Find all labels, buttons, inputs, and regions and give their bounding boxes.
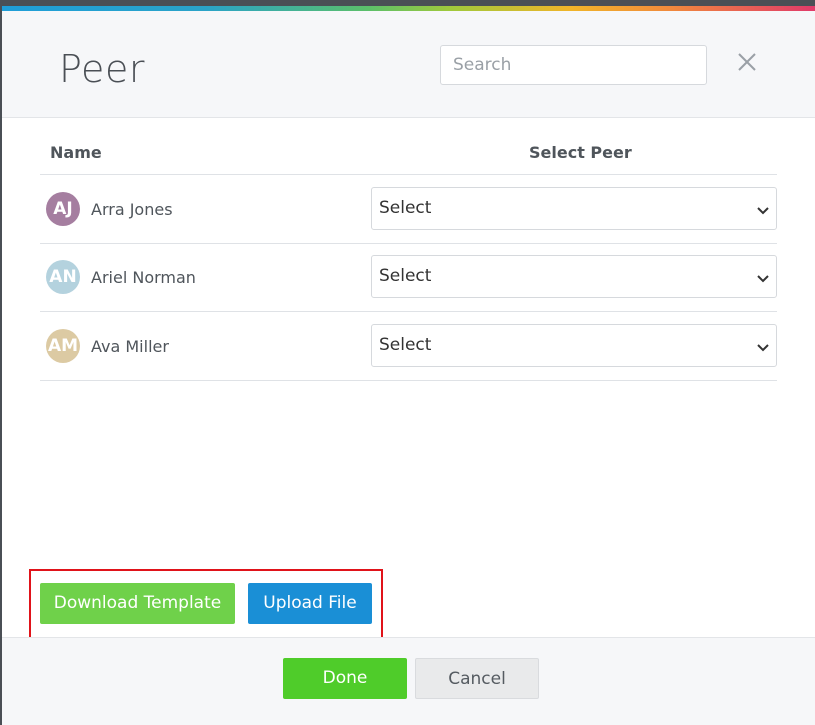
done-button[interactable]: Done: [283, 658, 407, 699]
table-row: AM Ava Miller Select: [40, 312, 777, 381]
column-header-select-peer: Select Peer: [529, 143, 632, 162]
table-row: AJ Arra Jones Select: [40, 175, 777, 244]
chevron-down-icon: [757, 207, 769, 215]
select-value: Select: [379, 198, 432, 218]
avatar: AM: [46, 329, 80, 363]
search-input[interactable]: [440, 45, 707, 85]
dialog-header: Peer: [2, 11, 815, 118]
avatar: AN: [46, 260, 80, 294]
select-value: Select: [379, 266, 432, 286]
column-header-name: Name: [50, 143, 102, 162]
table-row: AN Ariel Norman Select: [40, 243, 777, 312]
chevron-down-icon: [757, 275, 769, 283]
person-name: Arra Jones: [91, 200, 173, 219]
cancel-button[interactable]: Cancel: [415, 658, 539, 699]
select-value: Select: [379, 335, 432, 355]
peer-select-dropdown[interactable]: Select: [371, 324, 777, 367]
peer-select-dropdown[interactable]: Select: [371, 187, 777, 230]
close-icon[interactable]: [736, 51, 758, 73]
table-header: Name Select Peer: [40, 137, 777, 175]
dialog-title: Peer: [59, 47, 145, 91]
person-name: Ariel Norman: [91, 268, 196, 287]
dialog-footer: Done Cancel: [2, 637, 815, 725]
person-name: Ava Miller: [91, 337, 169, 356]
avatar: AJ: [46, 192, 80, 226]
peer-dialog: Peer Name Select Peer AJ Arra Jones Sele…: [2, 6, 815, 725]
chevron-down-icon: [757, 344, 769, 352]
upload-file-button[interactable]: Upload File: [248, 583, 372, 624]
download-template-button[interactable]: Download Template: [40, 583, 235, 624]
peer-select-dropdown[interactable]: Select: [371, 255, 777, 298]
